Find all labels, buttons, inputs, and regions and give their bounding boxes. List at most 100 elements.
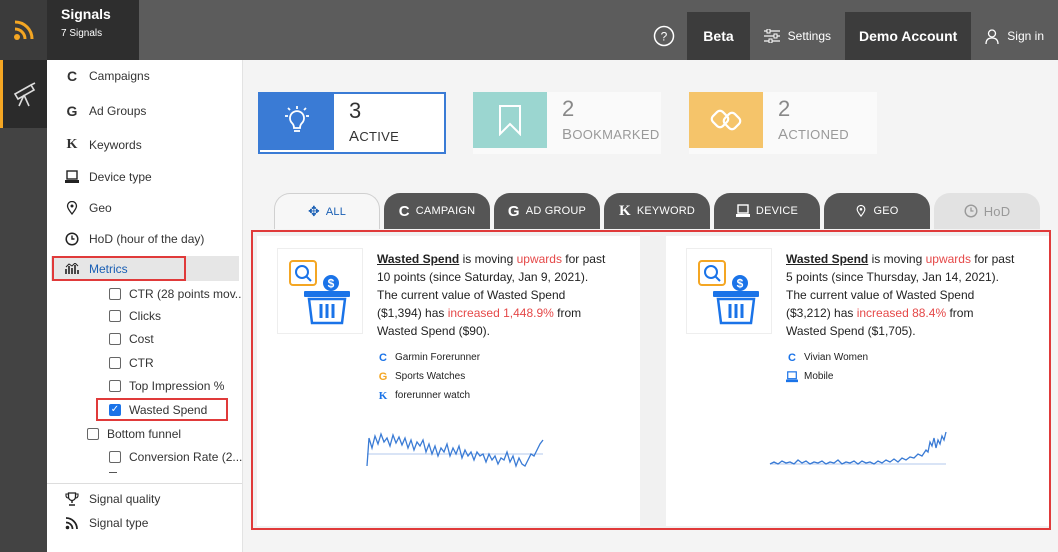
tab-label: Campaign xyxy=(415,205,476,217)
tag-ad-group[interactable]: G Sports Watches xyxy=(377,367,480,386)
wasted-spend-basket-icon: $ xyxy=(289,260,350,325)
signin-button[interactable]: Sign in xyxy=(971,12,1058,60)
keyword-k-icon: K xyxy=(66,137,78,152)
stat-count: 2 xyxy=(562,96,575,121)
rail-item-explore[interactable] xyxy=(0,60,47,128)
tab-keyword[interactable]: K Keyword xyxy=(604,193,710,229)
sidebar-item-label: Signal quality xyxy=(89,492,161,506)
metric-link[interactable]: Wasted Spend xyxy=(786,252,868,266)
sidebar-item-label: Campaigns xyxy=(89,69,150,83)
top-nav: ? Beta Settings Demo Account Sign in xyxy=(641,12,1058,60)
checkbox-label: Clicks xyxy=(129,309,161,323)
tab-campaign[interactable]: C Campaign xyxy=(384,193,490,229)
desc-text: is moving xyxy=(459,252,517,266)
adgroup-g-icon: G xyxy=(66,103,78,119)
svg-text:?: ? xyxy=(661,30,668,44)
stat-card-active[interactable]: 3 Active xyxy=(258,92,446,154)
signal-card[interactable]: $ Wasted Spend is moving upwards for pas… xyxy=(666,236,1049,526)
checkbox-box[interactable] xyxy=(109,310,121,322)
stat-card-actioned[interactable]: 2 Actioned xyxy=(689,92,877,154)
device-icon xyxy=(735,204,750,217)
checkbox-top-impression[interactable]: Top Impression % xyxy=(109,379,224,393)
filter-sidebar: C Campaigns G Ad Groups K Keywords Devic… xyxy=(47,60,243,552)
sidebar-item-campaigns[interactable]: C Campaigns xyxy=(65,68,150,84)
stat-text: 2 Actioned xyxy=(763,92,849,154)
stat-card-bookmarked[interactable]: 2 Bookmarked xyxy=(473,92,661,154)
checkbox-box[interactable] xyxy=(109,357,121,369)
checkbox-clicks[interactable]: Clicks xyxy=(109,309,161,323)
sidebar-item-signal-quality[interactable]: Signal quality xyxy=(65,492,160,506)
checkbox-box[interactable] xyxy=(109,380,121,392)
checkbox-ctr-28[interactable]: CTR (28 points mov... xyxy=(109,287,242,301)
tag-keyword[interactable]: K forerunner watch xyxy=(377,386,480,405)
account-button[interactable]: Demo Account xyxy=(845,12,972,60)
signal-cards-panel: $ Wasted Spend is moving upwards for pas… xyxy=(251,230,1051,530)
tab-hod[interactable]: HoD xyxy=(934,193,1040,229)
campaign-c-icon: C xyxy=(398,202,410,220)
sidebar-item-ad-groups[interactable]: G Ad Groups xyxy=(65,103,147,119)
signal-card[interactable]: $ Wasted Spend is moving upwards for pas… xyxy=(257,236,640,526)
campaign-c-icon: C xyxy=(788,351,796,364)
help-button[interactable]: ? xyxy=(641,12,687,60)
svg-text:$: $ xyxy=(328,277,335,291)
checkbox-label: Top Impression % xyxy=(129,379,225,393)
sidebar-item-hod[interactable]: HoD (hour of the day) xyxy=(65,232,204,246)
link-icon xyxy=(710,109,742,131)
adgroup-g-icon: G xyxy=(507,202,520,220)
checkbox-checked-icon[interactable]: ✓ xyxy=(109,404,121,416)
clock-icon xyxy=(65,232,79,246)
rss-logo-icon xyxy=(13,20,33,40)
sidebar-item-keywords[interactable]: K Keywords xyxy=(65,137,142,153)
checkbox-box[interactable] xyxy=(109,333,121,345)
checkbox-box[interactable] xyxy=(109,288,121,300)
adgroup-g-icon: G xyxy=(378,370,388,383)
stat-label: Bookmarked xyxy=(562,126,660,143)
beta-button[interactable]: Beta xyxy=(687,12,750,60)
checkbox-ctr[interactable]: CTR xyxy=(109,356,154,370)
signal-description: Wasted Spend is moving upwards for past … xyxy=(377,250,607,340)
sidebar-item-signal-type[interactable]: Signal type xyxy=(65,516,148,530)
signal-icon-box: $ xyxy=(277,248,363,334)
tab-label: Geo xyxy=(873,205,899,217)
sliders-icon xyxy=(763,29,780,43)
checkbox-wasted-spend[interactable]: ✓ Wasted Spend xyxy=(109,403,207,417)
tab-device[interactable]: Device xyxy=(714,193,820,229)
lightbulb-icon xyxy=(285,106,309,132)
app-title: Signals xyxy=(61,6,111,22)
tag-campaign[interactable]: C Vivian Women xyxy=(786,348,868,367)
stat-icon-box xyxy=(689,92,763,148)
change-percent: increased 88.4% xyxy=(856,306,947,320)
checkbox-label: Bottom funnel xyxy=(107,427,182,441)
checkbox-conversion-rate[interactable]: Conversion Rate (2... xyxy=(109,450,242,464)
sidebar-item-geo[interactable]: Geo xyxy=(65,201,112,215)
checkbox-bottom-funnel[interactable]: Bottom funnel xyxy=(87,427,181,441)
checkbox-box[interactable] xyxy=(87,428,99,440)
bookmark-icon xyxy=(499,105,521,136)
checkbox-box[interactable] xyxy=(109,451,121,463)
tab-ad-group[interactable]: G Ad Group xyxy=(494,193,600,229)
trend-direction: upwards xyxy=(925,252,971,266)
sidebar-item-label: Signal type xyxy=(89,516,149,530)
tab-all[interactable]: ✥ All xyxy=(274,193,380,229)
clock-icon xyxy=(964,204,978,218)
sparkline-chart xyxy=(769,431,947,465)
sidebar-item-label: Keywords xyxy=(89,138,142,152)
left-rail xyxy=(0,60,47,552)
desc-text: is moving xyxy=(868,252,926,266)
checkbox-label: Conversion Rate (2... xyxy=(129,450,243,464)
logo[interactable] xyxy=(0,0,47,60)
tag-device[interactable]: Mobile xyxy=(786,367,868,386)
tab-geo[interactable]: Geo xyxy=(824,193,930,229)
tab-label: Device xyxy=(755,205,799,217)
tag-campaign[interactable]: C Garmin Forerunner xyxy=(377,348,480,367)
tag-label: Sports Watches xyxy=(395,371,466,382)
sidebar-item-label: Metrics xyxy=(89,262,128,276)
wasted-spend-basket-icon: $ xyxy=(698,260,759,325)
checkbox-cost[interactable]: Cost xyxy=(109,332,154,346)
list-scroll-hint xyxy=(109,472,117,473)
sidebar-item-device-type[interactable]: Device type xyxy=(65,170,152,184)
metric-link[interactable]: Wasted Spend xyxy=(377,252,459,266)
signal-count: 7 Signals xyxy=(61,28,103,39)
sidebar-item-metrics[interactable]: Metrics xyxy=(65,262,128,276)
settings-button[interactable]: Settings xyxy=(750,12,845,60)
